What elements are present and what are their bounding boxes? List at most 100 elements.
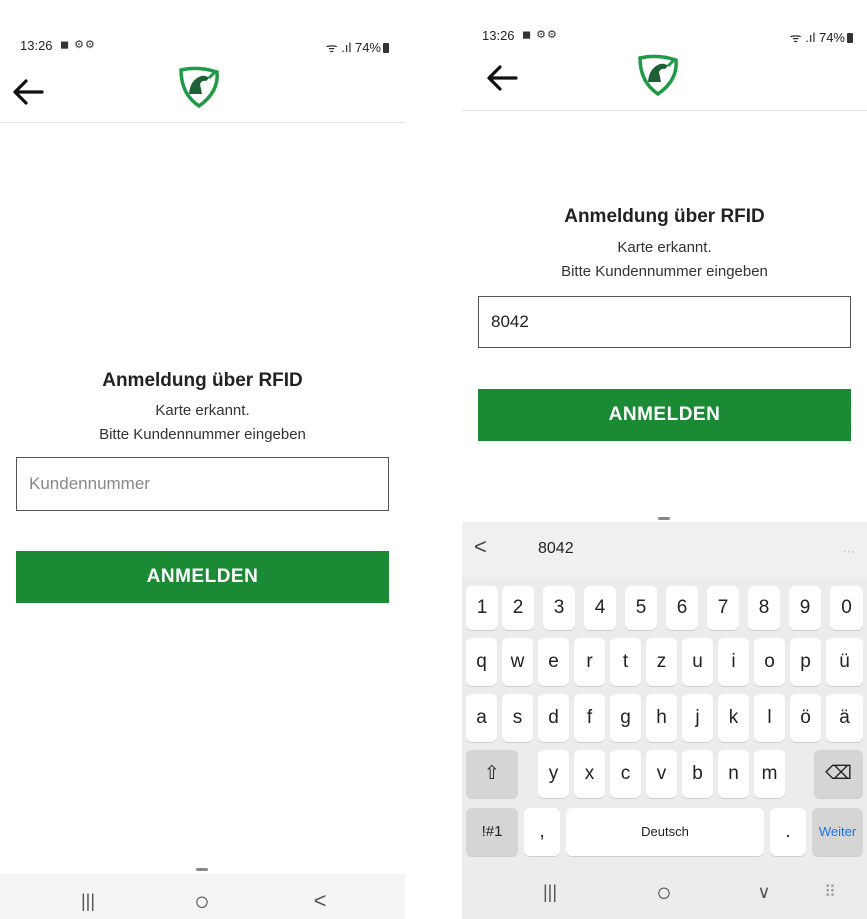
backspace-key[interactable]: ⌫ [814,750,863,798]
customer-number-input[interactable] [478,296,851,348]
suggestion-bar: < 8042 ··· [462,522,867,578]
key-ue[interactable]: ü [826,638,863,686]
key-a[interactable]: a [466,694,497,742]
app-bar [0,62,405,123]
key-y[interactable]: y [538,750,569,798]
key-o[interactable]: o [754,638,785,686]
key-6[interactable]: 6 [666,586,698,630]
key-j[interactable]: j [682,694,713,742]
chevron-down-icon: ∨ [757,881,771,902]
status-bar: 13:26 ◼ ⚙⚙ ᯤ .ıl 74% [0,38,405,62]
key-f[interactable]: f [574,694,605,742]
key-2[interactable]: 2 [502,586,534,630]
key-n[interactable]: n [718,750,749,798]
key-u[interactable]: u [682,638,713,686]
key-d[interactable]: d [538,694,569,742]
system-status: ᯤ .ıl 74% [790,28,853,46]
horse-logo [175,64,221,110]
period-key[interactable]: . [770,808,806,856]
key-q[interactable]: q [466,638,497,686]
horse-logo [634,52,680,98]
battery-icon [847,33,853,43]
recents-button[interactable]: ||| [48,874,128,919]
key-3[interactable]: 3 [543,586,575,630]
bottom-handle [196,868,208,871]
status-time: 13:26 [482,28,515,43]
app-bar [462,50,867,111]
key-m[interactable]: m [754,750,785,798]
key-ae[interactable]: ä [826,694,863,742]
key-1[interactable]: 1 [466,586,498,630]
key-v[interactable]: v [646,750,677,798]
arrow-left-icon [13,79,44,105]
nav-back-icon: < [313,888,327,913]
key-r[interactable]: r [574,638,605,686]
key-8[interactable]: 8 [748,586,780,630]
key-h[interactable]: h [646,694,677,742]
key-c[interactable]: c [610,750,641,798]
card-detected-text: Karte erkannt. [617,239,712,256]
recents-icon: ||| [80,890,96,911]
login-heading: Anmeldung über RFID [564,206,765,227]
nav-back-button[interactable]: < [280,874,360,919]
key-s[interactable]: s [502,694,533,742]
comma-key[interactable]: , [524,808,560,856]
battery-level: 74% [354,40,381,55]
more-options-icon[interactable]: ··· [843,544,855,558]
signal-icon: ᯤ .ıl [789,30,816,45]
home-icon: ○ [656,876,672,907]
status-time: 13:26 [20,38,53,53]
key-4[interactable]: 4 [584,586,616,630]
key-k[interactable]: k [718,694,749,742]
keyboard-grid-icon: ⠿ [824,884,836,901]
key-5[interactable]: 5 [625,586,657,630]
arrow-left-icon [487,65,518,91]
login-button[interactable]: ANMELDEN [478,389,851,441]
key-x[interactable]: x [574,750,605,798]
key-g[interactable]: g [610,694,641,742]
key-7[interactable]: 7 [707,586,739,630]
home-button[interactable]: ○ [162,874,242,919]
system-status: ᯤ .ıl 74% [326,38,389,56]
back-button[interactable] [480,58,524,98]
key-l[interactable]: l [754,694,785,742]
suggestion-word[interactable]: 8042 [538,540,574,558]
home-button[interactable]: ○ [624,865,704,919]
notification-icons: ◼ ⚙⚙ [60,39,96,51]
status-bar: 13:26 ◼ ⚙⚙ ᯤ .ıl 74% [462,28,867,52]
back-button[interactable] [6,72,50,112]
key-9[interactable]: 9 [789,586,821,630]
login-button[interactable]: ANMELDEN [16,551,389,603]
key-p[interactable]: p [790,638,821,686]
enter-customer-number-text: Bitte Kundennummer eingeben [561,263,768,280]
system-nav-bar: ||| ○ ∨ ⠿ [462,865,867,919]
suggestion-back-icon[interactable]: < [474,534,487,560]
keyboard-handle [658,517,670,520]
key-b[interactable]: b [682,750,713,798]
enter-key[interactable]: Weiter [812,808,863,856]
key-w[interactable]: w [502,638,533,686]
card-detected-text: Karte erkannt. [155,402,250,419]
space-key[interactable]: Deutsch [566,808,764,856]
key-i[interactable]: i [718,638,749,686]
on-screen-keyboard: < 8042 ··· 1 2 3 4 5 6 7 8 9 0 q w e r t… [462,522,867,919]
recents-button[interactable]: ||| [510,865,590,919]
screen-login-empty: 13:26 ◼ ⚙⚙ ᯤ .ıl 74% Anmeldung über RFID… [0,0,405,919]
home-icon: ○ [194,885,210,916]
customer-number-input[interactable] [16,457,389,511]
signal-icon: ᯤ .ıl [325,40,352,55]
key-e[interactable]: e [538,638,569,686]
system-nav-bar: ||| ○ < [0,874,405,919]
shift-key[interactable]: ⇧ [466,750,518,798]
symbols-key[interactable]: !#1 [466,808,518,856]
shift-icon: ⇧ [484,763,500,784]
key-t[interactable]: t [610,638,641,686]
battery-icon [383,43,389,53]
key-0[interactable]: 0 [830,586,863,630]
hide-keyboard-button[interactable]: ∨ [724,865,804,919]
key-oe[interactable]: ö [790,694,821,742]
keyboard-switch-button[interactable]: ⠿ [800,865,860,919]
battery-level: 74% [818,30,845,45]
key-z[interactable]: z [646,638,677,686]
login-heading: Anmeldung über RFID [102,370,303,391]
